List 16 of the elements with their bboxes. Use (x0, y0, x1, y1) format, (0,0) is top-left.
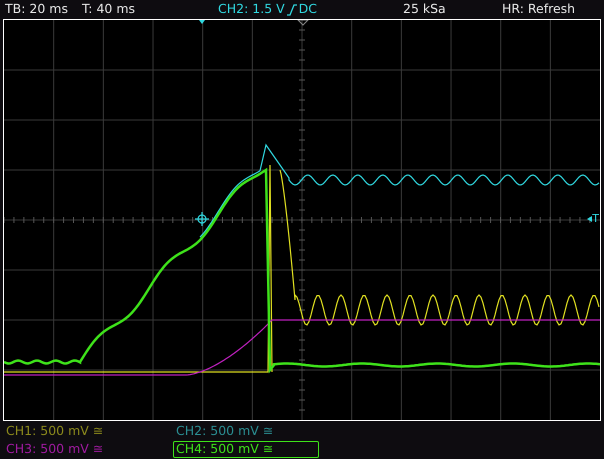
channel-scale-label[interactable]: CH2: 500 mV ≅ (173, 423, 319, 440)
rising-edge-icon (286, 4, 297, 16)
sample-rate-label: 25 kSa (403, 3, 447, 16)
channel-scale-label[interactable]: CH4: 500 mV ≅ (173, 441, 319, 458)
time-reference-icon (296, 20, 310, 26)
trigger-position-icon (199, 20, 205, 24)
timebase-label: TB: 20 ms (5, 3, 69, 16)
trigger-coupling-label: DC (298, 3, 318, 16)
trigger-source-label: CH2: 1.5 V (218, 3, 285, 16)
acquisition-mode-label: HR: Refresh (502, 3, 576, 16)
channel-scale-label[interactable]: CH3: 500 mV ≅ (3, 441, 149, 458)
crosshair-icon (194, 211, 210, 227)
channel-scale-label[interactable]: CH1: 500 mV ≅ (3, 423, 149, 440)
trigger-time-label: T: 40 ms (82, 3, 136, 16)
trigger-level-marker: T (592, 213, 599, 224)
arrow-left-icon (587, 216, 592, 222)
